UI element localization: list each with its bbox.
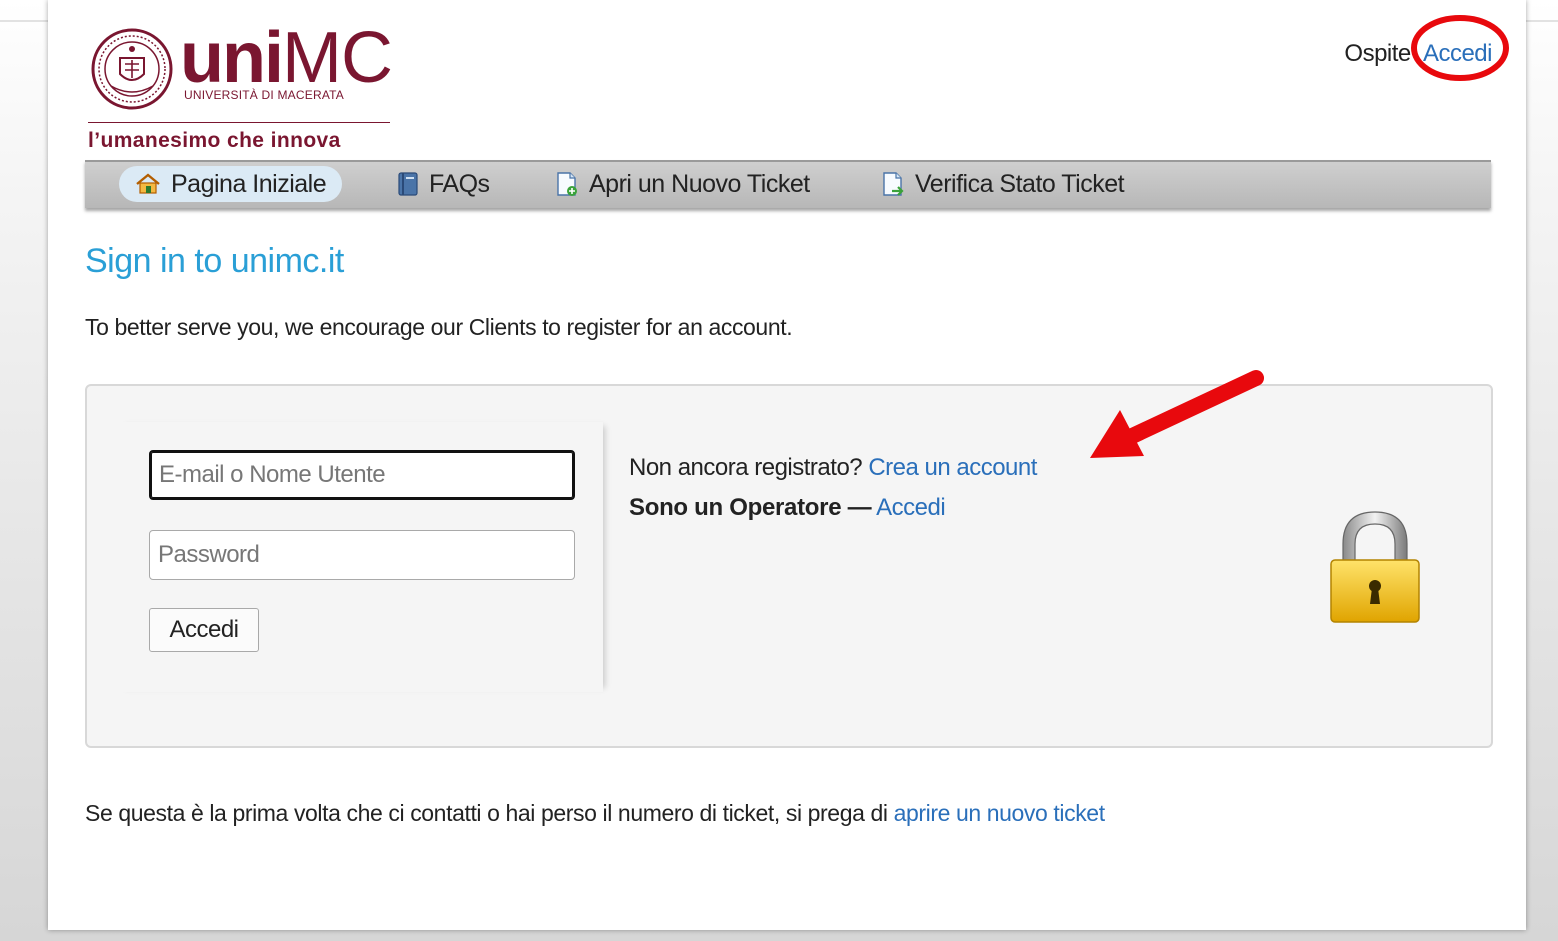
nav-label-faqs: FAQs — [429, 169, 490, 198]
nav-label-ticket-status: Verifica Stato Ticket — [915, 169, 1125, 198]
operator-label: Sono un Operatore — — [629, 494, 872, 521]
page-container: uniMC UNIVERSITÀ DI MACERATA l’umanesimo… — [48, 0, 1526, 930]
logo-tagline: l’umanesimo che innova — [88, 129, 341, 152]
logo-rule — [88, 122, 390, 123]
nav-item-ticket-status[interactable]: Verifica Stato Ticket — [881, 166, 1125, 202]
nav-item-new-ticket[interactable]: Apri un Nuovo Ticket — [555, 166, 810, 202]
bottom-help-text: Se questa è la prima volta che ci contat… — [85, 800, 1105, 827]
logo-subtitle: UNIVERSITÀ DI MACERATA — [184, 88, 344, 102]
site-logo[interactable]: uniMC UNIVERSITÀ DI MACERATA l’umanesimo… — [88, 22, 408, 156]
nav-item-faqs[interactable]: FAQs — [397, 166, 490, 202]
email-field[interactable] — [149, 450, 575, 500]
open-new-ticket-link[interactable]: aprire un nuovo ticket — [894, 800, 1106, 826]
annotation-arrow-icon — [1090, 370, 1264, 458]
guest-label: Ospite — [1344, 40, 1411, 67]
main-nav: Pagina Iniziale FAQs Apri un Nuovo Ticke… — [85, 160, 1491, 208]
ticket-status-icon — [883, 172, 904, 196]
create-account-link[interactable]: Crea un account — [868, 454, 1037, 481]
registration-info: Non ancora registrato? Crea un account S… — [629, 448, 1037, 528]
login-box: Accedi Non ancora registrato? Crea un ac… — [85, 384, 1493, 748]
logo-word-light: MC — [281, 18, 393, 98]
annotation-circle-icon — [1411, 15, 1509, 81]
register-line: Non ancora registrato? Crea un account — [629, 448, 1037, 488]
operator-line: Sono un Operatore — Accedi — [629, 488, 1037, 528]
nav-label-new-ticket: Apri un Nuovo Ticket — [589, 169, 810, 198]
login-form: Accedi — [115, 422, 603, 692]
logo-wordmark: uniMC — [180, 22, 393, 94]
logo-word-bold: uni — [180, 18, 284, 98]
bottom-help-label: Se questa è la prima volta che ci contat… — [85, 800, 888, 826]
padlock-icon — [1330, 511, 1420, 623]
operator-login-link[interactable]: Accedi — [876, 494, 946, 521]
nav-label-home: Pagina Iniziale — [171, 169, 327, 198]
not-registered-label: Non ancora registrato? — [629, 454, 863, 481]
book-icon — [398, 172, 418, 196]
page-title: Sign in to unimc.it — [85, 242, 344, 280]
home-icon — [136, 173, 160, 194]
intro-text: To better serve you, we encourage our Cl… — [85, 314, 793, 340]
new-ticket-icon — [557, 172, 577, 196]
password-field[interactable] — [149, 530, 575, 580]
nav-item-home[interactable]: Pagina Iniziale — [119, 166, 343, 202]
login-submit-button[interactable]: Accedi — [149, 608, 259, 652]
university-seal-icon — [91, 28, 173, 110]
